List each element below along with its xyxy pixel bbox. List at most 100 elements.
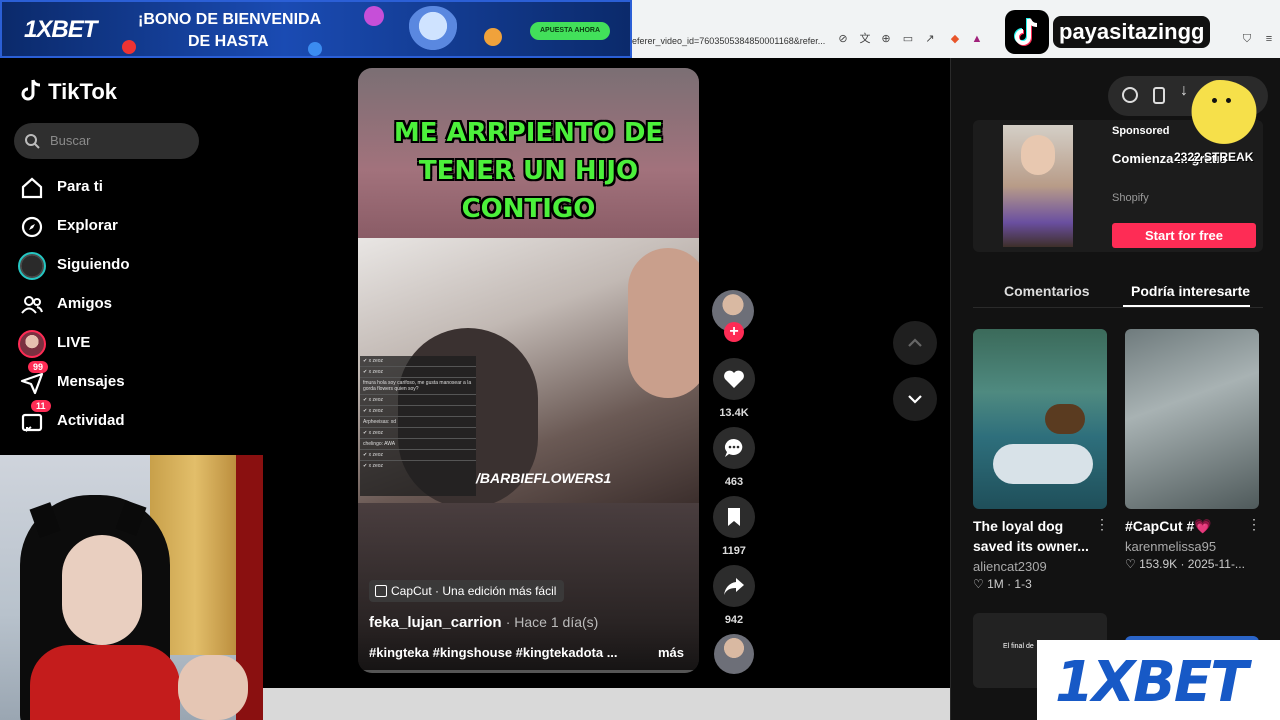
planet-icon — [364, 6, 384, 26]
capcut-tag[interactable]: CapCut · Una edición más fácil — [369, 580, 565, 602]
more-options-icon[interactable]: ⋮ — [1095, 516, 1109, 533]
banner-logo: 1XBET — [24, 16, 97, 43]
video-author-line: feka_lujan_carrion · Hace 1 día(s) — [369, 614, 598, 631]
ad-banner[interactable]: 1XBET ¡BONO DE BIENVENIDA DE HASTA APUES… — [0, 0, 632, 58]
menu-icon[interactable]: ≡ — [1262, 32, 1276, 46]
compass-icon — [21, 216, 43, 238]
translate-off-icon[interactable]: ⊘ — [836, 32, 850, 46]
cast-icon[interactable]: ▭ — [901, 32, 915, 46]
video-progress-bar[interactable] — [358, 670, 699, 673]
ad-face — [1021, 135, 1055, 175]
video-thumbnail[interactable] — [1125, 329, 1259, 509]
home-icon — [21, 177, 43, 199]
face — [62, 535, 142, 645]
card-username[interactable]: karenmelissa95 — [1125, 539, 1216, 554]
sidebar-item-label: LIVE — [57, 334, 91, 351]
ad-brand: Shopify — [1112, 192, 1149, 204]
share-button[interactable] — [713, 565, 755, 607]
ad-thumbnail[interactable] — [1003, 125, 1073, 247]
red-top — [30, 645, 180, 720]
translate-icon[interactable]: 文 — [858, 32, 872, 46]
more-button[interactable]: más — [658, 645, 684, 660]
phone-icon[interactable] — [1153, 87, 1165, 104]
zoom-icon[interactable]: ⊕ — [879, 32, 893, 46]
tiktok-logo[interactable]: TikTok — [20, 78, 117, 105]
sidebar-item-label: Mensajes — [57, 373, 125, 390]
card-username[interactable]: aliencat2309 — [973, 559, 1047, 574]
comment-count: 463 — [724, 476, 744, 488]
sidebar-item-label: Amigos — [57, 295, 113, 312]
dog-shape — [1045, 404, 1085, 434]
video-thumbnail[interactable] — [973, 329, 1107, 509]
follow-button[interactable]: + — [724, 322, 744, 342]
save-button[interactable] — [713, 496, 755, 538]
sidebar-item-siguiendo[interactable]: Siguiendo — [18, 248, 248, 282]
logo-text: TikTok — [48, 79, 117, 104]
chat-line: ✔ x zeoz — [360, 395, 476, 406]
ball-icon — [484, 28, 502, 46]
music-disc-avatar[interactable] — [714, 634, 754, 674]
like-count: 13.4K — [719, 407, 749, 419]
active-tab-indicator — [1123, 305, 1250, 307]
address-bar[interactable]: eferer_video_id=7603505384850001168&refe… — [632, 30, 832, 52]
save-action[interactable]: 1197 — [712, 496, 756, 557]
sidebar-item-mensajes[interactable]: 99 Mensajes — [18, 361, 248, 399]
start-for-free-button[interactable]: Start for free — [1112, 223, 1256, 248]
video-player[interactable]: ME ARRPIENTO DE TENER UN HIJO CONTIGO ✔ … — [358, 68, 699, 673]
post-time: · Hace 1 día(s) — [505, 614, 599, 630]
bee-mascot-icon — [1180, 80, 1260, 150]
stream-chat-overlay: ✔ x zeoz ✔ x zeoz fmura hola soy carifos… — [360, 356, 476, 496]
rewards-icon[interactable]: ▲ — [970, 32, 984, 46]
activity-badge: 11 — [31, 400, 51, 412]
video-hashtags[interactable]: #kingteka #kingshouse #kingtekadota ... — [369, 645, 618, 660]
sidebar-item-live[interactable]: LIVE — [18, 326, 248, 360]
like-button[interactable] — [713, 358, 755, 400]
more-options-icon[interactable]: ⋮ — [1247, 516, 1261, 533]
sidebar-item-label: Siguiendo — [57, 256, 130, 273]
person-shape — [993, 444, 1093, 484]
card-title[interactable]: The loyal dog saved its owner... — [973, 516, 1103, 556]
bookmark-icon — [728, 508, 740, 526]
activity-icon — [21, 413, 43, 432]
author-name[interactable]: feka_lujan_carrion — [369, 614, 502, 631]
like-action[interactable]: 13.4K — [712, 358, 756, 419]
chevron-down-icon — [908, 395, 922, 404]
streak-counter: 2322 STREAK — [1174, 150, 1254, 164]
share-action[interactable]: 942 — [712, 565, 756, 626]
previous-video-button[interactable] — [893, 321, 937, 365]
search-icon — [25, 134, 40, 149]
sidebar-item-amigos[interactable]: Amigos — [18, 287, 248, 321]
chat-line: ✔ x zeoz — [363, 463, 384, 469]
chat-line: ✔ x zeoz — [360, 406, 476, 417]
hand — [178, 655, 248, 720]
sidebar-item-actividad[interactable]: 11 Actividad — [18, 400, 248, 438]
bee-eye — [1226, 98, 1231, 103]
card-meta: ♡ 1M · 1-3 — [973, 577, 1032, 591]
banner-cta-button[interactable]: APUESTA AHORA — [530, 22, 610, 40]
streamer-overlay: payasitazingg — [1005, 10, 1227, 54]
search-placeholder: Buscar — [50, 133, 91, 148]
tiktok-note-icon — [21, 79, 41, 101]
capcut-icon — [375, 585, 387, 597]
vpn-shield-icon[interactable]: ⛉ — [1240, 32, 1254, 46]
speed-icon[interactable] — [1122, 87, 1138, 103]
next-video-button[interactable] — [893, 377, 937, 421]
webcam-overlay — [0, 455, 263, 720]
tab-comentarios[interactable]: Comentarios — [1004, 283, 1090, 299]
card-title[interactable]: #CapCut #💗 — [1125, 516, 1255, 536]
banner-subheadline: DE HASTA — [188, 33, 269, 50]
streamer-name: payasitazingg — [1053, 16, 1211, 48]
sidebar-item-explorar[interactable]: Explorar — [18, 209, 248, 243]
share-icon[interactable]: ↗ — [923, 32, 937, 46]
messages-badge: 99 — [28, 361, 49, 373]
tab-podria-interesarte[interactable]: Podría interesarte — [1131, 283, 1250, 299]
sidebar-item-para-ti[interactable]: Para ti — [18, 170, 248, 204]
comment-button[interactable] — [713, 427, 755, 469]
sidebar: TikTok Buscar Para ti Explorar Siguiendo… — [0, 58, 262, 458]
brave-shield-icon[interactable]: ◆ — [948, 32, 962, 46]
bee-eye — [1212, 98, 1217, 103]
thumbnail-text: El final de — [1003, 643, 1034, 650]
search-input[interactable]: Buscar — [14, 123, 199, 159]
chat-line: fmura hola soy carifoso, me gusta manose… — [360, 378, 476, 395]
comment-action[interactable]: 463 — [712, 427, 756, 488]
